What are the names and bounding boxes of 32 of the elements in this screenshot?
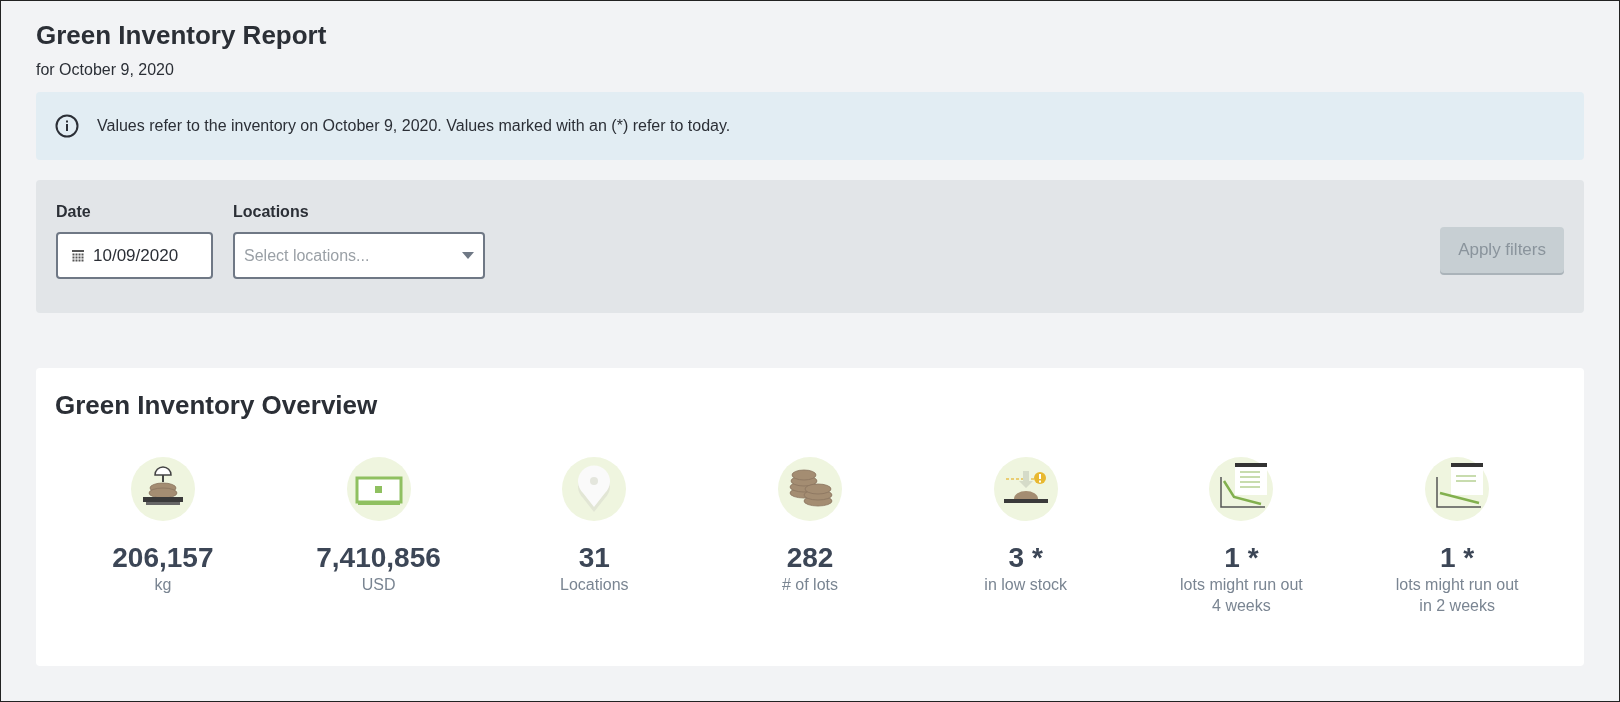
stat-value: 7,410,856 xyxy=(316,542,441,574)
stat-label: kg xyxy=(154,575,172,595)
low-stock-warning-icon xyxy=(993,457,1058,521)
page-title: Green Inventory Report xyxy=(36,19,328,51)
date-label: Date xyxy=(56,202,92,222)
stat-value: 31 xyxy=(578,542,610,574)
declining-chart-icon xyxy=(1425,457,1490,521)
stacked-sacks-icon xyxy=(778,457,842,521)
map-pin-icon xyxy=(562,457,627,521)
overview-title: Green Inventory Overview xyxy=(55,389,379,422)
info-icon xyxy=(55,114,79,138)
banknote-icon xyxy=(346,457,411,521)
stat-value: 282 xyxy=(786,542,834,574)
scale-with-sack-icon xyxy=(130,457,195,521)
stat-label: lots might run out in 2 weeks xyxy=(1395,575,1519,616)
report-date-subtitle: for October 9, 2020 xyxy=(36,60,175,80)
stat-label: in low stock xyxy=(984,575,1068,595)
date-field[interactable]: 10/09/2020 xyxy=(56,232,213,279)
stat-value: 3 * xyxy=(1008,542,1043,574)
locations-label: Locations xyxy=(233,202,310,222)
stat-label: # of lots xyxy=(781,575,838,595)
calendar-icon xyxy=(72,249,84,262)
stat-value: 1 * xyxy=(1440,542,1475,574)
stat-label: lots might run out 4 weeks xyxy=(1180,575,1303,616)
stat-label: USD xyxy=(361,575,396,595)
info-message: Values refer to the inventory on October 9, 2020. Values marked with an (*) refer to today. xyxy=(97,116,731,136)
declining-chart-icon xyxy=(1209,457,1274,521)
stat-label: Locations xyxy=(560,575,629,595)
stat-value: 1 * xyxy=(1224,542,1259,574)
stat-value: 206,157 xyxy=(112,542,214,574)
locations-select[interactable]: Select locations... xyxy=(233,232,485,279)
caret-icon xyxy=(462,252,474,259)
